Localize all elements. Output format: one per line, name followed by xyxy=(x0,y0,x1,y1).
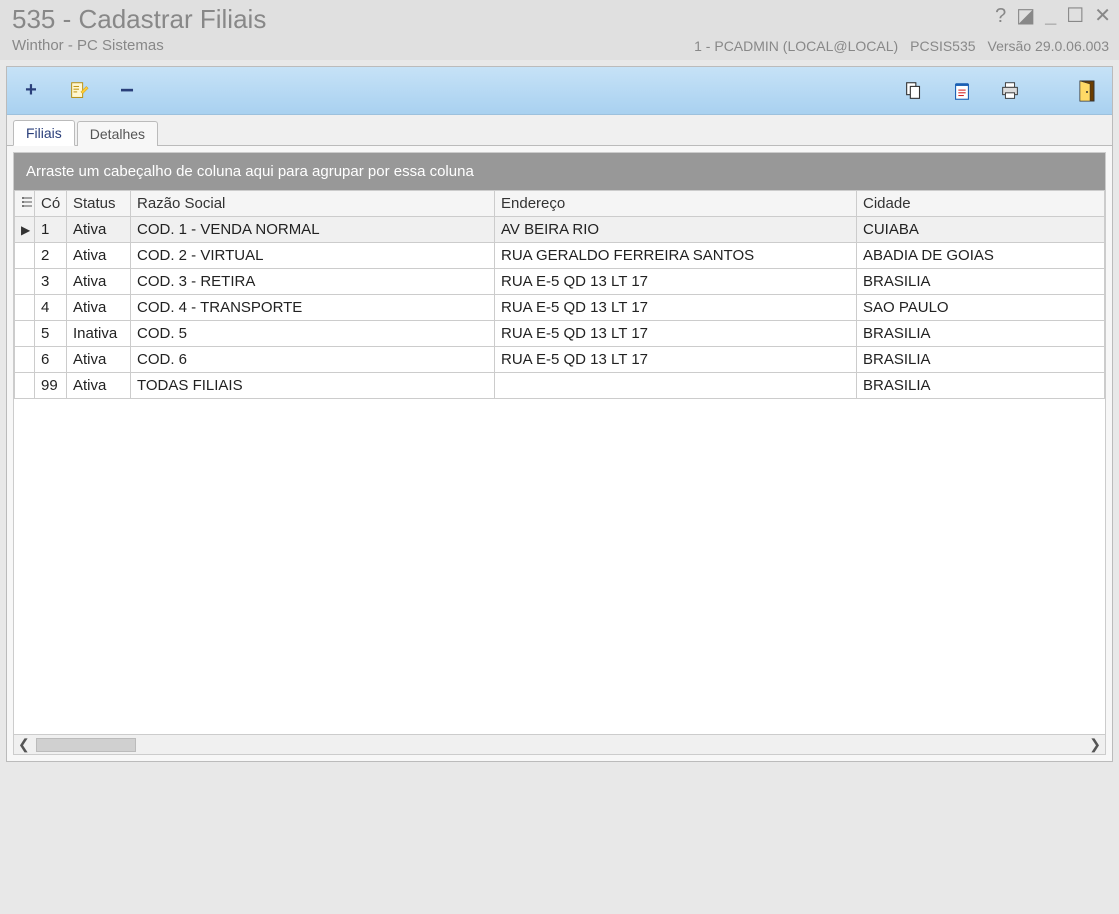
window-title: 535 - Cadastrar Filiais xyxy=(12,4,1107,35)
table-row[interactable]: 4AtivaCOD. 4 - TRANSPORTERUA E-5 QD 13 L… xyxy=(15,295,1105,321)
maximize-icon[interactable]: ☐ xyxy=(1066,6,1084,26)
toolbar: + − xyxy=(7,67,1112,115)
cell-endereco[interactable]: RUA E-5 QD 13 LT 17 xyxy=(495,269,857,295)
cell-cod[interactable]: 6 xyxy=(35,347,67,373)
cell-razao[interactable]: COD. 3 - RETIRA xyxy=(131,269,495,295)
cell-endereco[interactable]: RUA E-5 QD 13 LT 17 xyxy=(495,295,857,321)
cell-endereco[interactable]: RUA E-5 QD 13 LT 17 xyxy=(495,347,857,373)
cell-cidade[interactable]: CUIABA xyxy=(857,217,1105,243)
cell-cidade[interactable]: BRASILIA xyxy=(857,321,1105,347)
printer-icon xyxy=(999,80,1021,102)
table-row[interactable]: 99AtivaTODAS FILIAIS BRASILIA xyxy=(15,373,1105,399)
cell-status[interactable]: Ativa xyxy=(67,243,131,269)
table-row[interactable]: ▶1AtivaCOD. 1 - VENDA NORMALAV BEIRA RIO… xyxy=(15,217,1105,243)
cell-endereco[interactable]: RUA GERALDO FERREIRA SANTOS xyxy=(495,243,857,269)
exit-button[interactable] xyxy=(1074,77,1102,105)
table-row[interactable]: 2AtivaCOD. 2 - VIRTUALRUA GERALDO FERREI… xyxy=(15,243,1105,269)
column-header-razao[interactable]: Razão Social xyxy=(131,191,495,217)
row-indicator: ▶ xyxy=(15,217,35,243)
cell-status[interactable]: Ativa xyxy=(67,295,131,321)
tab-detalhes[interactable]: Detalhes xyxy=(77,121,158,146)
cell-razao[interactable]: COD. 6 xyxy=(131,347,495,373)
cell-razao[interactable]: COD. 2 - VIRTUAL xyxy=(131,243,495,269)
column-header-cidade[interactable]: Cidade xyxy=(857,191,1105,217)
main-panel: + − xyxy=(6,66,1113,762)
header-row: Có Status Razão Social Endereço Cidade xyxy=(15,191,1105,217)
remove-button[interactable]: − xyxy=(113,77,141,105)
horizontal-scrollbar[interactable]: ❮ ❯ xyxy=(14,734,1105,754)
row-indicator xyxy=(15,269,35,295)
row-indicator xyxy=(15,295,35,321)
cell-cod[interactable]: 1 xyxy=(35,217,67,243)
row-indicator xyxy=(15,347,35,373)
cell-razao[interactable]: COD. 5 xyxy=(131,321,495,347)
print-button[interactable] xyxy=(996,77,1024,105)
scroll-thumb[interactable] xyxy=(36,738,136,752)
notes-button[interactable] xyxy=(948,77,976,105)
version-info: Versão 29.0.06.003 xyxy=(988,38,1109,54)
exit-door-icon xyxy=(1078,79,1098,103)
column-selector[interactable] xyxy=(15,191,35,217)
minimize-icon[interactable]: _ xyxy=(1045,6,1056,26)
status-line: 1 - PCADMIN (LOCAL@LOCAL) PCSIS535 Versã… xyxy=(694,38,1109,54)
cell-endereco[interactable]: RUA E-5 QD 13 LT 17 xyxy=(495,321,857,347)
scroll-right-icon[interactable]: ❯ xyxy=(1089,736,1101,753)
cell-status[interactable]: Ativa xyxy=(67,347,131,373)
grid-panel: Arraste um cabeçalho de coluna aqui para… xyxy=(13,152,1106,755)
tab-bar: Filiais Detalhes xyxy=(7,115,1112,146)
column-header-endereco[interactable]: Endereço xyxy=(495,191,857,217)
data-grid[interactable]: Có Status Razão Social Endereço Cidade ▶… xyxy=(14,190,1105,734)
window-controls: ? ◪ _ ☐ ✕ xyxy=(995,6,1111,26)
table-row[interactable]: 6AtivaCOD. 6RUA E-5 QD 13 LT 17BRASILIA xyxy=(15,347,1105,373)
module-code: PCSIS535 xyxy=(910,38,975,54)
cell-status[interactable]: Ativa xyxy=(67,217,131,243)
add-button[interactable]: + xyxy=(17,77,45,105)
cell-status[interactable]: Ativa xyxy=(67,269,131,295)
cell-razao[interactable]: COD. 1 - VENDA NORMAL xyxy=(131,217,495,243)
copy-button[interactable] xyxy=(900,77,928,105)
cell-cod[interactable]: 99 xyxy=(35,373,67,399)
title-bar: 535 - Cadastrar Filiais Winthor - PC Sis… xyxy=(0,0,1119,60)
cell-cod[interactable]: 5 xyxy=(35,321,67,347)
column-header-status[interactable]: Status xyxy=(67,191,131,217)
tab-filiais[interactable]: Filiais xyxy=(13,120,75,146)
cell-cod[interactable]: 3 xyxy=(35,269,67,295)
column-header-cod[interactable]: Có xyxy=(35,191,67,217)
cell-endereco[interactable]: AV BEIRA RIO xyxy=(495,217,857,243)
cell-razao[interactable]: TODAS FILIAIS xyxy=(131,373,495,399)
scroll-track[interactable] xyxy=(36,738,1084,752)
edit-document-icon xyxy=(68,80,90,102)
row-indicator xyxy=(15,243,35,269)
row-indicator xyxy=(15,321,35,347)
user-info: 1 - PCADMIN (LOCAL@LOCAL) xyxy=(694,38,898,54)
scroll-left-icon[interactable]: ❮ xyxy=(18,736,30,753)
cell-razao[interactable]: COD. 4 - TRANSPORTE xyxy=(131,295,495,321)
column-chooser-icon xyxy=(21,196,33,208)
cell-cidade[interactable]: BRASILIA xyxy=(857,373,1105,399)
cell-status[interactable]: Inativa xyxy=(67,321,131,347)
cell-status[interactable]: Ativa xyxy=(67,373,131,399)
cell-cidade[interactable]: ABADIA DE GOIAS xyxy=(857,243,1105,269)
cell-endereco[interactable] xyxy=(495,373,857,399)
table-row[interactable]: 5InativaCOD. 5RUA E-5 QD 13 LT 17BRASILI… xyxy=(15,321,1105,347)
cell-cidade[interactable]: SAO PAULO xyxy=(857,295,1105,321)
help-icon[interactable]: ? xyxy=(995,6,1006,26)
cell-cidade[interactable]: BRASILIA xyxy=(857,269,1105,295)
group-by-bar[interactable]: Arraste um cabeçalho de coluna aqui para… xyxy=(14,153,1105,190)
restore-icon[interactable]: ◪ xyxy=(1016,6,1035,26)
copy-icon xyxy=(903,80,925,102)
cell-cidade[interactable]: BRASILIA xyxy=(857,347,1105,373)
table-row[interactable]: 3AtivaCOD. 3 - RETIRARUA E-5 QD 13 LT 17… xyxy=(15,269,1105,295)
edit-button[interactable] xyxy=(65,77,93,105)
cell-cod[interactable]: 4 xyxy=(35,295,67,321)
cell-cod[interactable]: 2 xyxy=(35,243,67,269)
close-icon[interactable]: ✕ xyxy=(1094,6,1111,26)
notepad-icon xyxy=(951,80,973,102)
row-indicator xyxy=(15,373,35,399)
